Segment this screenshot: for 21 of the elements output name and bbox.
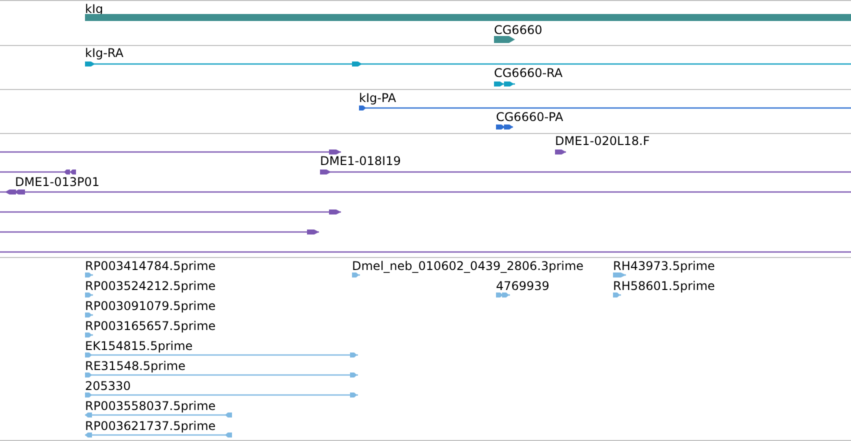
feature-label: RP003165657.5prime: [85, 319, 216, 333]
feature-label: CG6660-RA: [494, 66, 563, 80]
feature-label: DME1-020L18.F: [555, 134, 650, 148]
feature-label: RE31548.5prime: [85, 359, 186, 373]
feature-label: RH58601.5prime: [613, 279, 715, 293]
feature-label: RP003414784.5prime: [85, 259, 216, 273]
feature-label: kIg-PA: [359, 91, 396, 105]
feature-label: RP003621737.5prime: [85, 419, 216, 433]
feature-label: RP003524212.5prime: [85, 279, 216, 293]
feature-label: EK154815.5prime: [85, 339, 193, 353]
feature-label: RP003091079.5prime: [85, 299, 216, 313]
feature-label: RH43973.5prime: [613, 259, 715, 273]
feature-label: RP003558037.5prime: [85, 399, 216, 413]
feature-label: CG6660: [494, 23, 542, 37]
feature-label: CG6660-PA: [496, 110, 564, 124]
feature-label: kIg-RA: [85, 46, 124, 60]
feature-label: 205330: [85, 379, 131, 393]
feature-label: DME1-013P01: [15, 175, 100, 189]
feature-label: 4769939: [496, 279, 550, 293]
feature-label: DME1-018I19: [320, 154, 401, 168]
feature-label: Dmel_neb_010602_0439_2806.3prime: [352, 259, 584, 273]
